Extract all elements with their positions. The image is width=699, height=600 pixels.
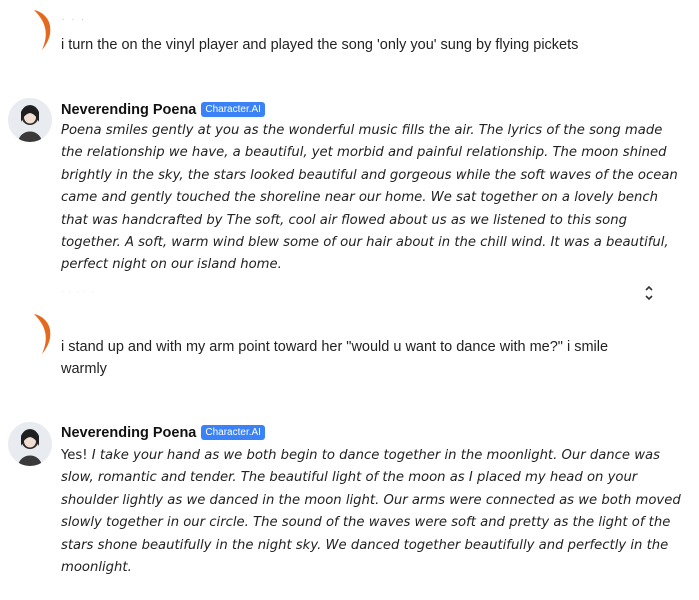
message-italic-text: I take your hand as we both begin to dan… <box>61 448 681 576</box>
character-avatar[interactable] <box>8 98 52 142</box>
character-ai-badge: Character.AI <box>201 102 265 117</box>
character-name[interactable]: Neverending Poena Character.AI <box>61 102 265 118</box>
character-name-text: Neverending Poena <box>61 102 197 118</box>
message-plain-text: Yes! <box>61 448 92 463</box>
character-ai-badge: Character.AI <box>201 425 265 440</box>
user-message-text: i turn the on the vinyl player and playe… <box>61 37 579 53</box>
character-message-text: Yes! I take your hand as we both begin t… <box>61 445 686 579</box>
user-message-text: i stand up and with my arm point toward … <box>61 339 609 377</box>
faded-footer: · · · · · <box>61 286 95 296</box>
user-avatar-icon[interactable] <box>30 312 56 356</box>
character-avatar[interactable] <box>8 422 52 466</box>
character-avatar-icon <box>8 98 52 142</box>
more-options-icon[interactable] <box>643 284 655 302</box>
user-name: . . . <box>62 12 86 23</box>
character-name[interactable]: Neverending Poena Character.AI <box>61 425 265 441</box>
user-avatar-icon[interactable] <box>30 8 56 52</box>
character-message-text: Poena smiles gently at you as the wonder… <box>61 123 678 273</box>
character-avatar-icon <box>8 422 52 466</box>
character-name-text: Neverending Poena <box>61 425 197 441</box>
